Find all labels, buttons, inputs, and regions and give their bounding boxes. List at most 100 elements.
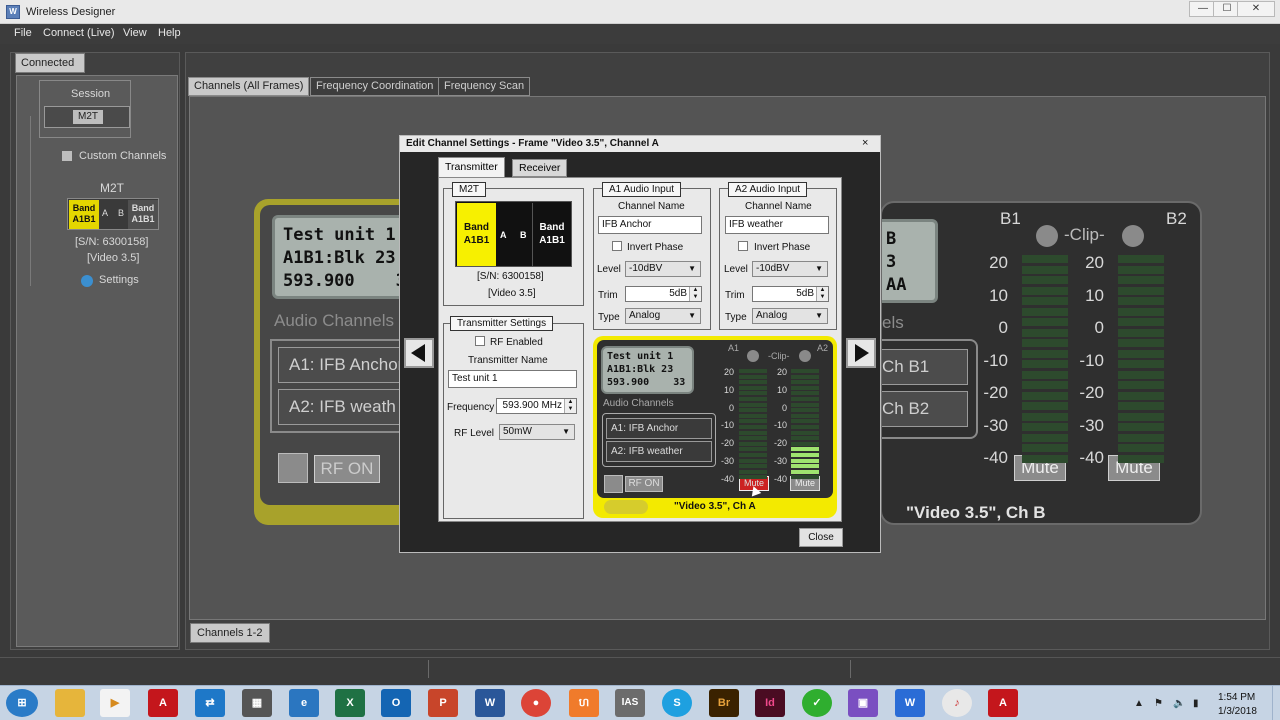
- preview-scale-left-5: -30: [720, 456, 734, 466]
- a2-invert-phase-checkbox[interactable]: [738, 241, 748, 251]
- a1-trim-stepper[interactable]: 5dB ▲ ▼: [625, 286, 702, 302]
- display-app-icon[interactable]: ▣: [848, 689, 878, 717]
- menu-file[interactable]: File: [14, 27, 32, 39]
- m2t-device-icon[interactable]: Band A1B1 A B Band A1B1: [455, 201, 572, 267]
- tray-flag-icon[interactable]: ⚑: [1154, 698, 1163, 709]
- a2-channel-name-input[interactable]: IFB weather: [725, 216, 829, 234]
- next-channel-button[interactable]: [846, 338, 876, 368]
- preview-meter-bar-left: [739, 391, 767, 396]
- trim-spin-icon[interactable]: ▲ ▼: [689, 287, 701, 301]
- trim-spin-icon[interactable]: ▲ ▼: [816, 287, 828, 301]
- tab-frequency-scan[interactable]: Frequency Scan: [438, 77, 531, 96]
- preview-meter-bar-left: [739, 374, 767, 379]
- tray-up-arrow-icon[interactable]: ▲: [1134, 698, 1144, 709]
- session-item[interactable]: M2T: [44, 106, 130, 128]
- window-title: Wireless Designer: [26, 6, 116, 18]
- tray-volume-icon[interactable]: 🔈: [1173, 698, 1185, 709]
- tree-item-custom-channels[interactable]: Custom Channels: [79, 150, 166, 162]
- rf-level-select[interactable]: 50mW ▼: [499, 424, 575, 440]
- preview-meter-bar-left: [739, 380, 767, 385]
- statusbar-divider: [428, 660, 429, 678]
- show-desktop-button[interactable]: [1272, 686, 1280, 720]
- outlook-icon[interactable]: O: [381, 689, 411, 717]
- frequency-stepper[interactable]: 593.900 MHz ▲ ▼: [496, 398, 577, 414]
- bg-b-ch1[interactable]: Ch B1: [882, 349, 968, 385]
- meter-clip-label: -Clip-: [1064, 225, 1105, 244]
- acrobat-reader-icon[interactable]: A: [988, 689, 1018, 717]
- tab-transmitter[interactable]: Transmitter: [438, 157, 505, 178]
- tab-channels-all-frames[interactable]: Channels (All Frames): [188, 77, 310, 96]
- bg-b-scale-left-6: -40: [983, 448, 1008, 467]
- preview-rf-on[interactable]: RF ON: [625, 476, 663, 492]
- device-tree: Session M2T Custom Channels M2T Band A1B…: [16, 75, 178, 647]
- tx-name-input[interactable]: Test unit 1: [448, 370, 577, 388]
- ie-icon[interactable]: e: [289, 689, 319, 717]
- a2-trim-stepper[interactable]: 5dB ▲ ▼: [752, 286, 829, 302]
- bg-b-ch2[interactable]: Ch B2: [882, 391, 968, 427]
- calculator-icon[interactable]: ▦: [242, 689, 272, 717]
- preview-ch2[interactable]: A2: IFB weather: [606, 441, 712, 462]
- a1-invert-phase-checkbox[interactable]: [612, 241, 622, 251]
- m2t-a: A: [500, 230, 507, 240]
- a2-type-select[interactable]: Analog ▼: [752, 308, 828, 324]
- wireless-designer-taskbar-icon[interactable]: W: [895, 689, 925, 717]
- indesign-icon[interactable]: Id: [755, 689, 785, 717]
- preview-scale-right-4: -20: [773, 438, 787, 449]
- itunes-icon[interactable]: ♪: [942, 689, 972, 717]
- preview-scale-left-3: -10: [720, 420, 734, 431]
- preview-meter-bar-left: [739, 402, 767, 407]
- device-mini-icon[interactable]: Band A1B1 A B Band A1B1: [67, 198, 159, 230]
- bg-b-scale-right-1: 10: [1085, 285, 1104, 305]
- tray-network-icon[interactable]: ▮: [1193, 698, 1199, 709]
- preview-meter-bar-right: [791, 408, 819, 413]
- tab-frequency-coordination[interactable]: Frequency Coordination: [310, 77, 440, 96]
- bg-b-meter-bar: [1022, 412, 1068, 421]
- close-button[interactable]: Close: [799, 528, 843, 547]
- check-app-icon[interactable]: ✓: [802, 689, 832, 717]
- bg-b-scale-right-5: -30: [1079, 415, 1104, 435]
- tx-settings-label: Transmitter Settings: [450, 316, 554, 331]
- bg-b-audio-suffix: els: [882, 313, 904, 332]
- powerpoint-icon[interactable]: P: [428, 689, 458, 717]
- chevron-down-icon: ▼: [688, 311, 696, 320]
- tab-channels-1-2[interactable]: Channels 1-2: [190, 623, 270, 643]
- a1-channel-name-input[interactable]: IFB Anchor: [598, 216, 702, 234]
- start-button-icon[interactable]: ⊞: [6, 689, 38, 717]
- preview-audio-channels: Audio Channels: [603, 398, 674, 409]
- preview-ch1[interactable]: A1: IFB Anchor: [606, 418, 712, 439]
- frequency-spin-icon[interactable]: ▲ ▼: [564, 399, 576, 413]
- app-orange-icon[interactable]: ហ: [569, 689, 599, 717]
- tray-time[interactable]: 1:54 PM: [1218, 692, 1255, 703]
- bg-b-meter-bar: [1022, 423, 1068, 431]
- menu-view[interactable]: View: [123, 27, 147, 39]
- dialog-close-icon[interactable]: ×: [862, 137, 868, 149]
- window-close-button[interactable]: ✕: [1237, 1, 1275, 17]
- acrobat-icon[interactable]: A: [148, 689, 178, 717]
- tab-connected[interactable]: Connected: [15, 53, 85, 73]
- ias-icon[interactable]: IAS: [615, 689, 645, 717]
- a1-level-select[interactable]: -10dBV ▼: [625, 261, 701, 277]
- media-player-icon[interactable]: ▶: [100, 689, 130, 717]
- menu-connect-live[interactable]: Connect (Live): [43, 27, 115, 39]
- a1-type-select[interactable]: Analog ▼: [625, 308, 701, 324]
- bg-card-b[interactable]: B 3 AA els Ch B1 Ch B2 B1 -Clip- B2 Mute…: [880, 201, 1202, 525]
- tray-date[interactable]: 1/3/2018: [1218, 706, 1257, 717]
- rf-enabled-checkbox[interactable]: [475, 336, 485, 346]
- excel-icon[interactable]: X: [335, 689, 365, 717]
- menu-help[interactable]: Help: [158, 27, 181, 39]
- bridge-icon[interactable]: Br: [709, 689, 739, 717]
- bg-b-scale-left-3: -10: [983, 350, 1008, 370]
- teamviewer-icon[interactable]: ⇄: [195, 689, 225, 717]
- tree-item-settings[interactable]: Settings: [99, 274, 139, 286]
- bg-b-lcd-line3: AA: [886, 275, 907, 295]
- previous-channel-button[interactable]: [404, 338, 434, 368]
- word-icon[interactable]: W: [475, 689, 505, 717]
- a1-group-label: A1 Audio Input: [602, 182, 682, 197]
- skype-icon[interactable]: S: [662, 689, 692, 717]
- explorer-icon[interactable]: [55, 689, 85, 717]
- chrome-icon[interactable]: ●: [521, 689, 551, 717]
- bg-a-rf-on[interactable]: RF ON: [314, 455, 380, 483]
- a2-level-select[interactable]: -10dBV ▼: [752, 261, 828, 277]
- tab-receiver[interactable]: Receiver: [512, 159, 568, 177]
- preview-meter-bar-right: [791, 380, 819, 385]
